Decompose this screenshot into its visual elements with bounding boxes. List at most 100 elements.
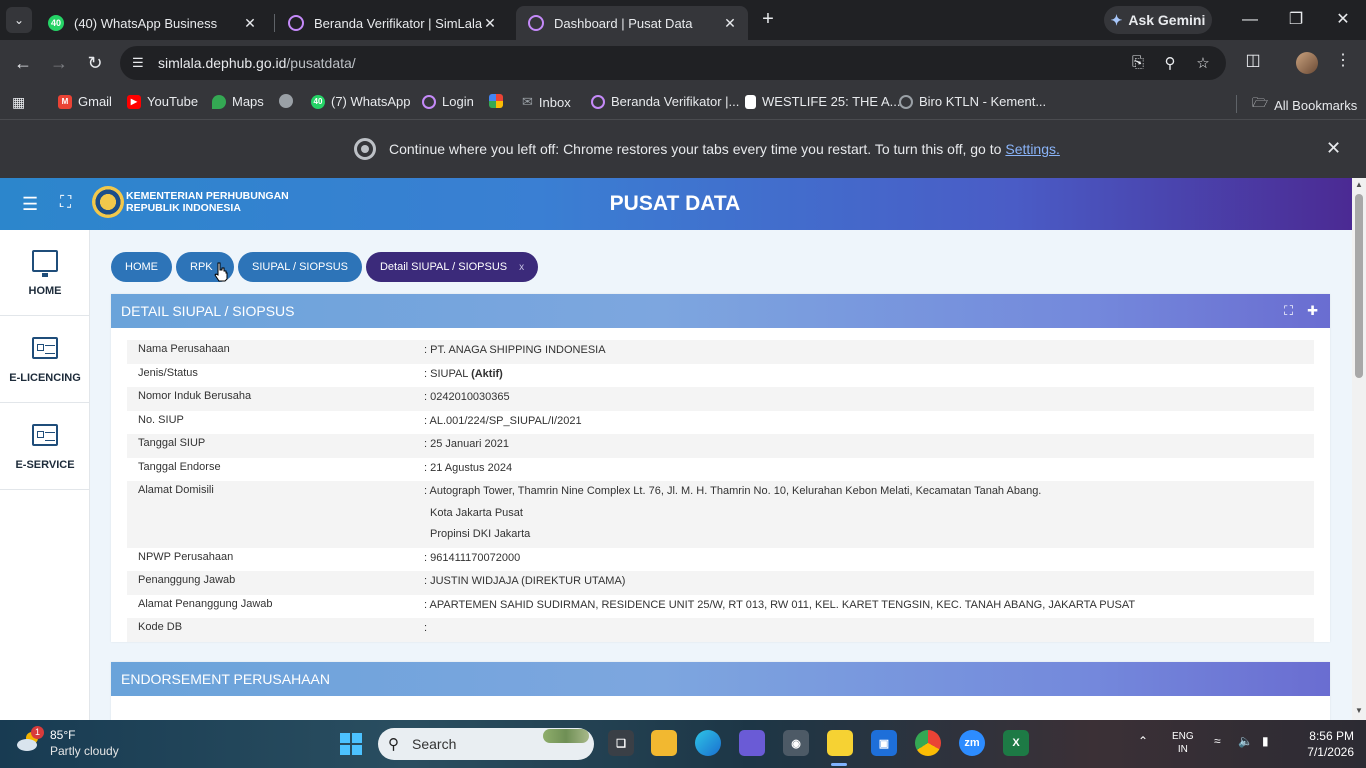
minimize-icon[interactable]: — bbox=[1238, 8, 1262, 32]
breadcrumb-detail-siupal[interactable]: Detail SIUPAL / SIOPSUS x bbox=[365, 252, 539, 282]
language-indicator[interactable]: ENG IN bbox=[1172, 730, 1194, 756]
expand-icon[interactable]: ⛶ bbox=[1284, 303, 1293, 319]
all-bookmarks-folder[interactable]: 🗁 All Bookmarks bbox=[1252, 94, 1357, 116]
url-text: simlala.dephub.go.id/pusatdata/ bbox=[158, 55, 356, 71]
edge-icon[interactable] bbox=[695, 730, 721, 756]
settings-link[interactable]: Settings. bbox=[1005, 141, 1059, 157]
windows-taskbar: 1 85°F Partly cloudy ⚲ Search ❏ ◉ ▣ zm X… bbox=[0, 720, 1366, 768]
detail-table: Nama Perusahaan: PT. ANAGA SHIPPING INDO… bbox=[127, 340, 1314, 642]
breadcrumb-label: Detail SIUPAL / SIOPSUS bbox=[379, 261, 508, 273]
hand-cursor-icon bbox=[214, 262, 228, 282]
close-tab-icon[interactable]: ✕ bbox=[722, 15, 738, 32]
bookmark-biro-ktln[interactable]: Biro KTLN - Kement... bbox=[899, 94, 1046, 109]
wifi-icon[interactable]: ≈ bbox=[1214, 734, 1221, 748]
scroll-up-arrow-icon[interactable]: ▲ bbox=[1355, 180, 1363, 189]
scrollbar-thumb[interactable] bbox=[1355, 194, 1363, 378]
camera-icon[interactable]: ◉ bbox=[783, 730, 809, 756]
table-row: NPWP Perusahaan: 961411170072000 bbox=[138, 550, 521, 564]
scroll-down-arrow-icon[interactable]: ▼ bbox=[1355, 706, 1363, 715]
plus-icon[interactable]: ✚ bbox=[1307, 303, 1318, 319]
reload-icon[interactable]: ↻ bbox=[82, 50, 108, 76]
sidebar-item-home[interactable]: HOME bbox=[0, 230, 90, 316]
chrome-icon[interactable] bbox=[915, 730, 941, 756]
table-row: Kode DB: bbox=[127, 618, 1314, 642]
close-tab-icon[interactable]: ✕ bbox=[482, 15, 498, 32]
restore-icon[interactable]: ❐ bbox=[1284, 8, 1308, 32]
tab-search-chevron-icon[interactable]: ⌄ bbox=[6, 7, 32, 33]
excel-icon[interactable]: X bbox=[1003, 730, 1029, 756]
zoom-icon[interactable]: zm bbox=[959, 730, 985, 756]
close-tab-icon[interactable]: ✕ bbox=[242, 15, 258, 32]
file-explorer-icon[interactable] bbox=[651, 730, 677, 756]
remote-app-icon[interactable]: ▣ bbox=[871, 730, 897, 756]
bookmark-youtube[interactable]: ▶ YouTube bbox=[127, 94, 198, 109]
monitor-icon bbox=[32, 250, 58, 277]
bookmark-westlife[interactable]: WESTLIFE 25: THE A... bbox=[745, 94, 900, 109]
card-icon bbox=[32, 337, 58, 359]
bookmark-gmail[interactable]: M Gmail bbox=[58, 94, 112, 109]
close-window-icon[interactable]: ✕ bbox=[1331, 8, 1355, 32]
address-bar[interactable]: ☰ simlala.dephub.go.id/pusatdata/ ⎘ ⚲ ☆ bbox=[120, 46, 1226, 80]
apps-grid-icon[interactable]: ▦ bbox=[12, 94, 25, 111]
detail-panel: DETAIL SIUPAL / SIOPSUS ⛶ ✚ Nama Perusah… bbox=[111, 294, 1330, 642]
site-info-icon[interactable]: ☰ bbox=[132, 55, 144, 71]
bookmarks-bar: ▦ M Gmail ▶ YouTube Maps 40 (7) WhatsApp Lo… bbox=[0, 86, 1366, 120]
globe-icon bbox=[899, 94, 913, 109]
bookmark-pinwheel[interactable] bbox=[489, 94, 503, 108]
close-breadcrumb-icon[interactable]: x bbox=[519, 262, 524, 273]
ask-gemini-button[interactable]: ✦ Ask Gemini bbox=[1104, 6, 1212, 34]
windows-start-icon[interactable] bbox=[340, 733, 362, 755]
show-hidden-icons-chevron-icon[interactable]: ⌃ bbox=[1138, 734, 1148, 748]
search-placeholder: Search bbox=[412, 736, 457, 752]
folder-icon: 🗁 bbox=[1252, 95, 1269, 110]
bookmark-globe[interactable] bbox=[279, 94, 293, 108]
sticky-notes-icon[interactable] bbox=[827, 730, 853, 756]
page-scrollbar[interactable]: ▲ ▼ bbox=[1352, 178, 1366, 720]
globe-icon bbox=[528, 15, 544, 31]
zoom-icon[interactable]: ⚲ bbox=[1160, 54, 1180, 72]
table-row: Penanggung Jawab: JUSTIN WIDJAJA (DIREKT… bbox=[127, 571, 1314, 595]
panel-header: ENDORSEMENT PERUSAHAAN bbox=[111, 662, 1330, 696]
forward-arrow-icon[interactable]: → bbox=[46, 50, 72, 76]
notification-badge: 1 bbox=[31, 726, 44, 739]
breadcrumb: HOME RPK SIUPAL / SIOPSUS Detail SIUPAL … bbox=[111, 252, 539, 282]
volume-icon[interactable]: 🔈 bbox=[1238, 734, 1253, 748]
sidebar-item-e-licencing[interactable]: E-LICENCING bbox=[0, 317, 90, 403]
browser-toolbar: ← → ↻ ☰ simlala.dephub.go.id/pusatdata/ … bbox=[0, 40, 1366, 86]
globe-icon bbox=[591, 94, 605, 109]
kemenhub-logo bbox=[92, 186, 124, 218]
tab-title: Dashboard | Pusat Data bbox=[554, 15, 693, 31]
tab-title: Beranda Verifikator | SimLala bbox=[314, 15, 482, 31]
bookmark-star-icon[interactable]: ☆ bbox=[1193, 54, 1213, 72]
panel-title: ENDORSEMENT PERUSAHAAN bbox=[121, 671, 331, 687]
extensions-puzzle-icon[interactable]: ◫ bbox=[1241, 50, 1265, 70]
new-tab-plus-icon[interactable]: + bbox=[757, 8, 779, 30]
sidebar-item-e-service[interactable]: E-SERVICE bbox=[0, 404, 90, 490]
hamburger-menu-icon[interactable]: ☰ bbox=[22, 194, 42, 214]
tab-whatsapp-business[interactable]: 40 (40) WhatsApp Business ✕ bbox=[36, 6, 268, 40]
sidebar: HOME E-LICENCING E-SERVICE bbox=[0, 230, 90, 720]
bookmark-beranda-verifikator[interactable]: Beranda Verifikator |... bbox=[591, 94, 739, 109]
fullscreen-icon[interactable]: ⛶ bbox=[60, 193, 80, 213]
breadcrumb-siupal-siopsus[interactable]: SIUPAL / SIOPSUS bbox=[238, 252, 362, 282]
system-clock[interactable]: 8:56 PM 7/1/2026 bbox=[1306, 728, 1354, 760]
breadcrumb-home[interactable]: HOME bbox=[111, 252, 172, 282]
task-view-icon[interactable]: ❏ bbox=[608, 730, 634, 756]
bookmark-login[interactable]: Login bbox=[422, 94, 474, 109]
bookmark-maps[interactable]: Maps bbox=[212, 94, 264, 109]
bookmark-whatsapp[interactable]: 40 (7) WhatsApp bbox=[311, 94, 410, 109]
profile-avatar[interactable] bbox=[1296, 52, 1318, 74]
sidebar-item-label: E-SERVICE bbox=[15, 459, 75, 471]
organization-name: KEMENTERIAN PERHUBUNGAN REPUBLIK INDONES… bbox=[126, 190, 289, 214]
tab-dashboard-pusat-data[interactable]: Dashboard | Pusat Data ✕ bbox=[516, 6, 748, 40]
install-app-icon[interactable]: ⎘ bbox=[1128, 54, 1148, 71]
back-arrow-icon[interactable]: ← bbox=[10, 50, 36, 76]
copilot-icon[interactable] bbox=[739, 730, 765, 756]
menu-kebab-icon[interactable]: ⋮ bbox=[1331, 50, 1355, 70]
tab-beranda-verifikator[interactable]: Beranda Verifikator | SimLala ✕ bbox=[276, 6, 508, 40]
battery-icon[interactable]: ▮ bbox=[1262, 734, 1269, 748]
card-icon bbox=[32, 424, 58, 446]
close-infobar-icon[interactable]: ✕ bbox=[1326, 138, 1341, 159]
app-title: PUSAT DATA bbox=[609, 192, 741, 215]
bookmark-inbox[interactable]: ✉ Inbox bbox=[522, 94, 571, 110]
